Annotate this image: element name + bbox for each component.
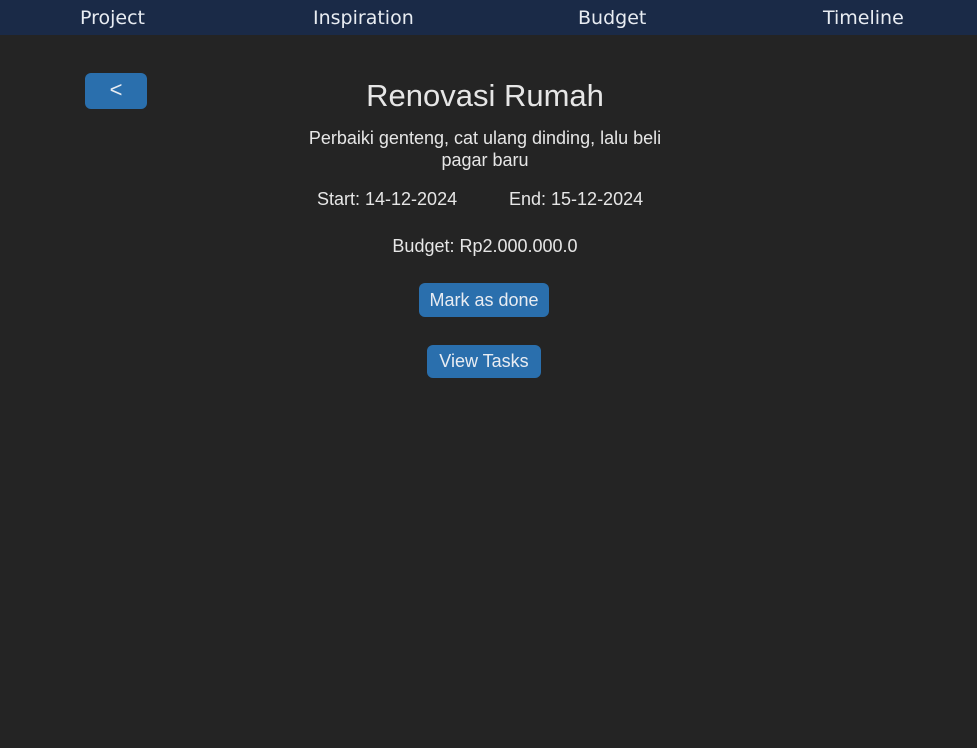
- project-start-date: Start: 14-12-2024: [317, 189, 458, 209]
- mark-as-done-button[interactable]: Mark as done: [419, 283, 549, 317]
- project-title: Renovasi Rumah: [366, 78, 604, 113]
- project-budget: Budget: Rp2.000.000.0: [392, 236, 578, 256]
- top-navigation-bar: Project Inspiration Budget Timeline: [0, 0, 977, 35]
- nav-item-budget[interactable]: Budget: [578, 0, 646, 35]
- nav-item-inspiration[interactable]: Inspiration: [313, 0, 414, 35]
- project-description: Perbaiki genteng, cat ulang dinding, lal…: [308, 128, 662, 170]
- project-end-date: End: 15-12-2024: [509, 189, 644, 209]
- nav-item-timeline[interactable]: Timeline: [823, 0, 904, 35]
- view-tasks-button[interactable]: View Tasks: [427, 345, 541, 378]
- nav-item-project[interactable]: Project: [80, 0, 145, 35]
